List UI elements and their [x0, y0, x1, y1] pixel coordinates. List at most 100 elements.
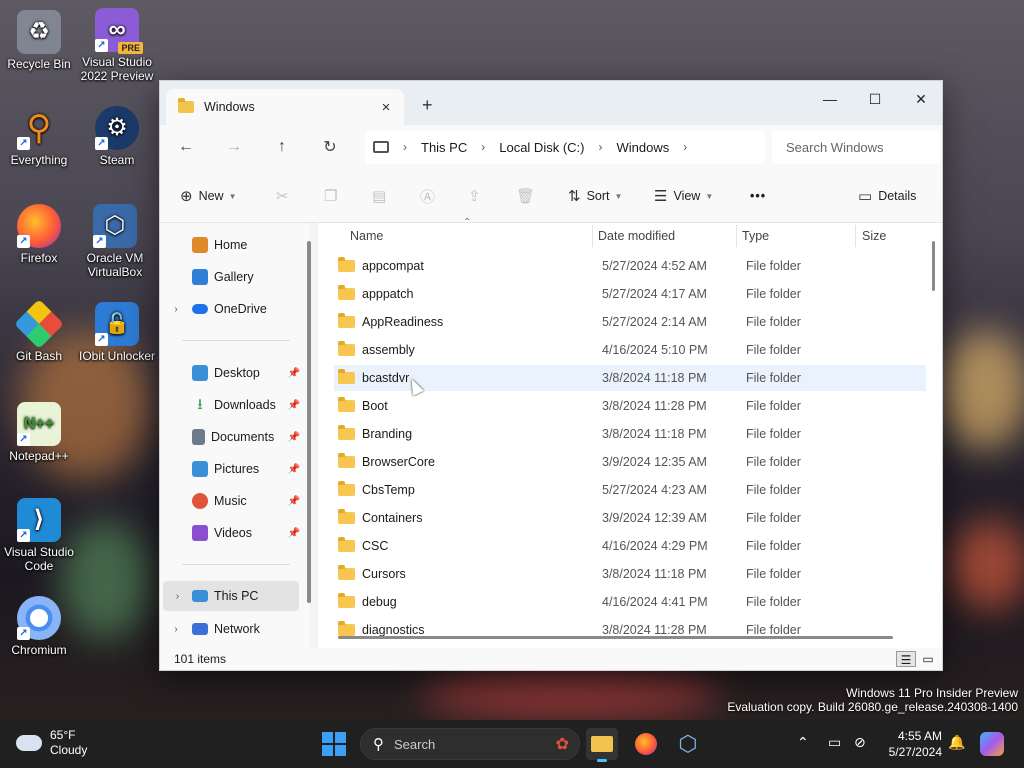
- table-row[interactable]: CbsTemp 5/27/2024 4:23 AM File folder: [334, 477, 926, 503]
- file-type: File folder: [746, 511, 801, 525]
- desktop-icon-vscode[interactable]: ⟩ ↗ Visual Studio Code: [0, 498, 78, 573]
- taskbar-firefox[interactable]: [630, 728, 662, 760]
- desktop-icon-everything[interactable]: ⚲ ↗ Everything: [0, 106, 78, 167]
- desktop-icon-visual-studio[interactable]: ∞ ↗ PRE Visual Studio 2022 Preview: [78, 8, 156, 83]
- desktop-icon-virtualbox[interactable]: ⬡ ↗ Oracle VM VirtualBox: [76, 204, 154, 279]
- paste-button[interactable]: ▤: [372, 183, 392, 209]
- documents-icon: [192, 429, 205, 445]
- table-row[interactable]: AppReadiness 5/27/2024 2:14 AM File folder: [334, 309, 926, 335]
- sidebar-item-videos[interactable]: Videos 📌: [160, 519, 300, 547]
- column-divider[interactable]: [855, 225, 856, 247]
- desktop-icon-recycle-bin[interactable]: ♻ Recycle Bin: [0, 10, 78, 71]
- sort-button[interactable]: ⇅ Sort ▼: [568, 183, 622, 209]
- table-row[interactable]: Containers 3/9/2024 12:39 AM File folder: [334, 505, 926, 531]
- start-button[interactable]: [322, 732, 346, 756]
- table-row[interactable]: apppatch 5/27/2024 4:17 AM File folder: [334, 281, 926, 307]
- table-row[interactable]: debug 4/16/2024 4:41 PM File folder: [334, 589, 926, 615]
- column-header-date-modified[interactable]: Date modified: [598, 223, 675, 249]
- breadcrumb-windows[interactable]: Windows: [616, 140, 669, 155]
- copilot-icon[interactable]: [980, 732, 1004, 756]
- horizontal-scrollbar[interactable]: [338, 636, 893, 639]
- sidebar-item-documents[interactable]: Documents 📌: [160, 423, 300, 451]
- iobit-unlocker-icon: 🔓 ↗: [95, 302, 139, 346]
- table-row[interactable]: assembly 4/16/2024 5:10 PM File folder: [334, 337, 926, 363]
- sidebar-item-desktop[interactable]: Desktop 📌: [160, 359, 300, 387]
- copy-button[interactable]: ❐: [324, 183, 343, 209]
- address-bar[interactable]: › This PC › Local Disk (C:) › Windows ›: [365, 130, 765, 164]
- search-input[interactable]: Search Windows: [772, 130, 940, 164]
- sidebar-item-downloads[interactable]: ⭳ Downloads 📌: [160, 391, 300, 419]
- sidebar-item-home[interactable]: Home: [160, 231, 300, 259]
- vertical-scrollbar[interactable]: [932, 241, 935, 291]
- minimize-button[interactable]: —: [807, 85, 853, 113]
- desktop-icon-firefox[interactable]: ↗ Firefox: [0, 204, 78, 265]
- forward-button[interactable]: →: [210, 138, 258, 156]
- details-pane-button[interactable]: ▭ Details: [858, 183, 916, 209]
- table-row[interactable]: Cursors 3/8/2024 11:18 PM File folder: [334, 561, 926, 587]
- taskbar-virtualbox[interactable]: ⬡: [672, 728, 704, 760]
- display-icon[interactable]: ▭: [828, 734, 841, 751]
- desktop-icon-chromium[interactable]: ↗ Chromium: [0, 596, 78, 657]
- sidebar-item-pictures[interactable]: Pictures 📌: [160, 455, 300, 483]
- table-row[interactable]: bcastdvr 3/8/2024 11:18 PM File folder: [334, 365, 926, 391]
- tiles-view-toggle[interactable]: ▭: [918, 651, 938, 667]
- taskbar-search[interactable]: ⚲ Search ✿: [360, 728, 580, 760]
- table-row[interactable]: diagnostics 3/8/2024 11:28 PM File folder: [334, 617, 926, 643]
- column-header-type[interactable]: Type: [742, 223, 769, 249]
- view-button[interactable]: ☰ View ▼: [654, 183, 713, 209]
- sidebar-item-gallery[interactable]: Gallery: [160, 263, 300, 291]
- maximize-button[interactable]: ☐: [852, 85, 898, 113]
- column-divider[interactable]: [592, 225, 593, 247]
- expand-chevron-icon[interactable]: ›: [160, 624, 192, 635]
- table-row[interactable]: appcompat 5/27/2024 4:52 AM File folder: [334, 253, 926, 279]
- refresh-button[interactable]: ↻: [306, 137, 354, 157]
- sidebar-scrollbar[interactable]: [307, 241, 311, 603]
- table-row[interactable]: BrowserCore 3/9/2024 12:35 AM File folder: [334, 449, 926, 475]
- table-row[interactable]: CSC 4/16/2024 4:29 PM File folder: [334, 533, 926, 559]
- share-button[interactable]: ⇪: [468, 183, 487, 209]
- shortcut-arrow-icon: ↗: [17, 137, 30, 150]
- cut-button[interactable]: ✂: [276, 183, 295, 209]
- delete-button[interactable]: 🗑: [516, 183, 541, 209]
- sort-button-label: Sort: [586, 189, 610, 203]
- table-row[interactable]: Branding 3/8/2024 11:18 PM File folder: [334, 421, 926, 447]
- folder-icon: [338, 593, 355, 608]
- network-status-icon[interactable]: ⊘: [854, 734, 866, 751]
- clock[interactable]: 4:55 AM 5/27/2024: [884, 728, 942, 760]
- tab-windows[interactable]: Windows ×: [166, 89, 404, 125]
- table-row[interactable]: Boot 3/8/2024 11:28 PM File folder: [334, 393, 926, 419]
- column-header-size[interactable]: Size: [862, 223, 886, 249]
- breadcrumb-this-pc[interactable]: This PC: [421, 140, 467, 155]
- new-tab-button[interactable]: +: [422, 95, 433, 116]
- more-options-button[interactable]: •••: [750, 183, 766, 209]
- taskbar-file-explorer[interactable]: [586, 728, 618, 762]
- show-hidden-icons-chevron-icon[interactable]: ⌃: [797, 734, 809, 751]
- column-divider[interactable]: [736, 225, 737, 247]
- desktop-icon-notepad-plus-plus[interactable]: N++ ↗ Notepad++: [0, 402, 78, 463]
- sidebar-item-onedrive[interactable]: › OneDrive: [160, 295, 300, 323]
- chevron-right-icon[interactable]: ›: [683, 140, 687, 154]
- desktop-icon: [192, 365, 208, 381]
- desktop-icon-iobit-unlocker[interactable]: 🔓 ↗ IObit Unlocker: [78, 302, 156, 363]
- new-button[interactable]: ⊕ New ▼: [180, 183, 237, 209]
- desktop-icon-git-bash[interactable]: Git Bash: [0, 299, 78, 363]
- visual-studio-icon: ∞ ↗ PRE: [95, 8, 143, 54]
- file-date-modified: 3/8/2024 11:28 PM: [602, 623, 707, 637]
- file-type: File folder: [746, 623, 801, 637]
- close-window-button[interactable]: ✕: [898, 85, 942, 113]
- sidebar-item-network[interactable]: › Network: [160, 615, 300, 643]
- weather-widget[interactable]: 65°F Cloudy: [16, 728, 87, 758]
- expand-chevron-icon[interactable]: ›: [160, 304, 192, 315]
- column-header-name[interactable]: Name: [350, 223, 383, 249]
- back-button[interactable]: ←: [162, 138, 210, 156]
- tab-close-button[interactable]: ×: [374, 99, 398, 116]
- desktop-icon-steam[interactable]: ⚙ ↗ Steam: [78, 106, 156, 167]
- notification-bell-icon[interactable]: 🔔: [948, 734, 965, 751]
- up-button[interactable]: ↑: [258, 138, 306, 156]
- rename-button[interactable]: Ⓐ: [420, 183, 441, 209]
- expand-chevron-icon[interactable]: ›: [163, 591, 192, 602]
- breadcrumb-local-disk[interactable]: Local Disk (C:): [499, 140, 584, 155]
- sidebar-item-music[interactable]: Music 📌: [160, 487, 300, 515]
- details-view-toggle[interactable]: ☰: [896, 651, 916, 667]
- sidebar-item-this-pc[interactable]: › This PC: [163, 581, 299, 611]
